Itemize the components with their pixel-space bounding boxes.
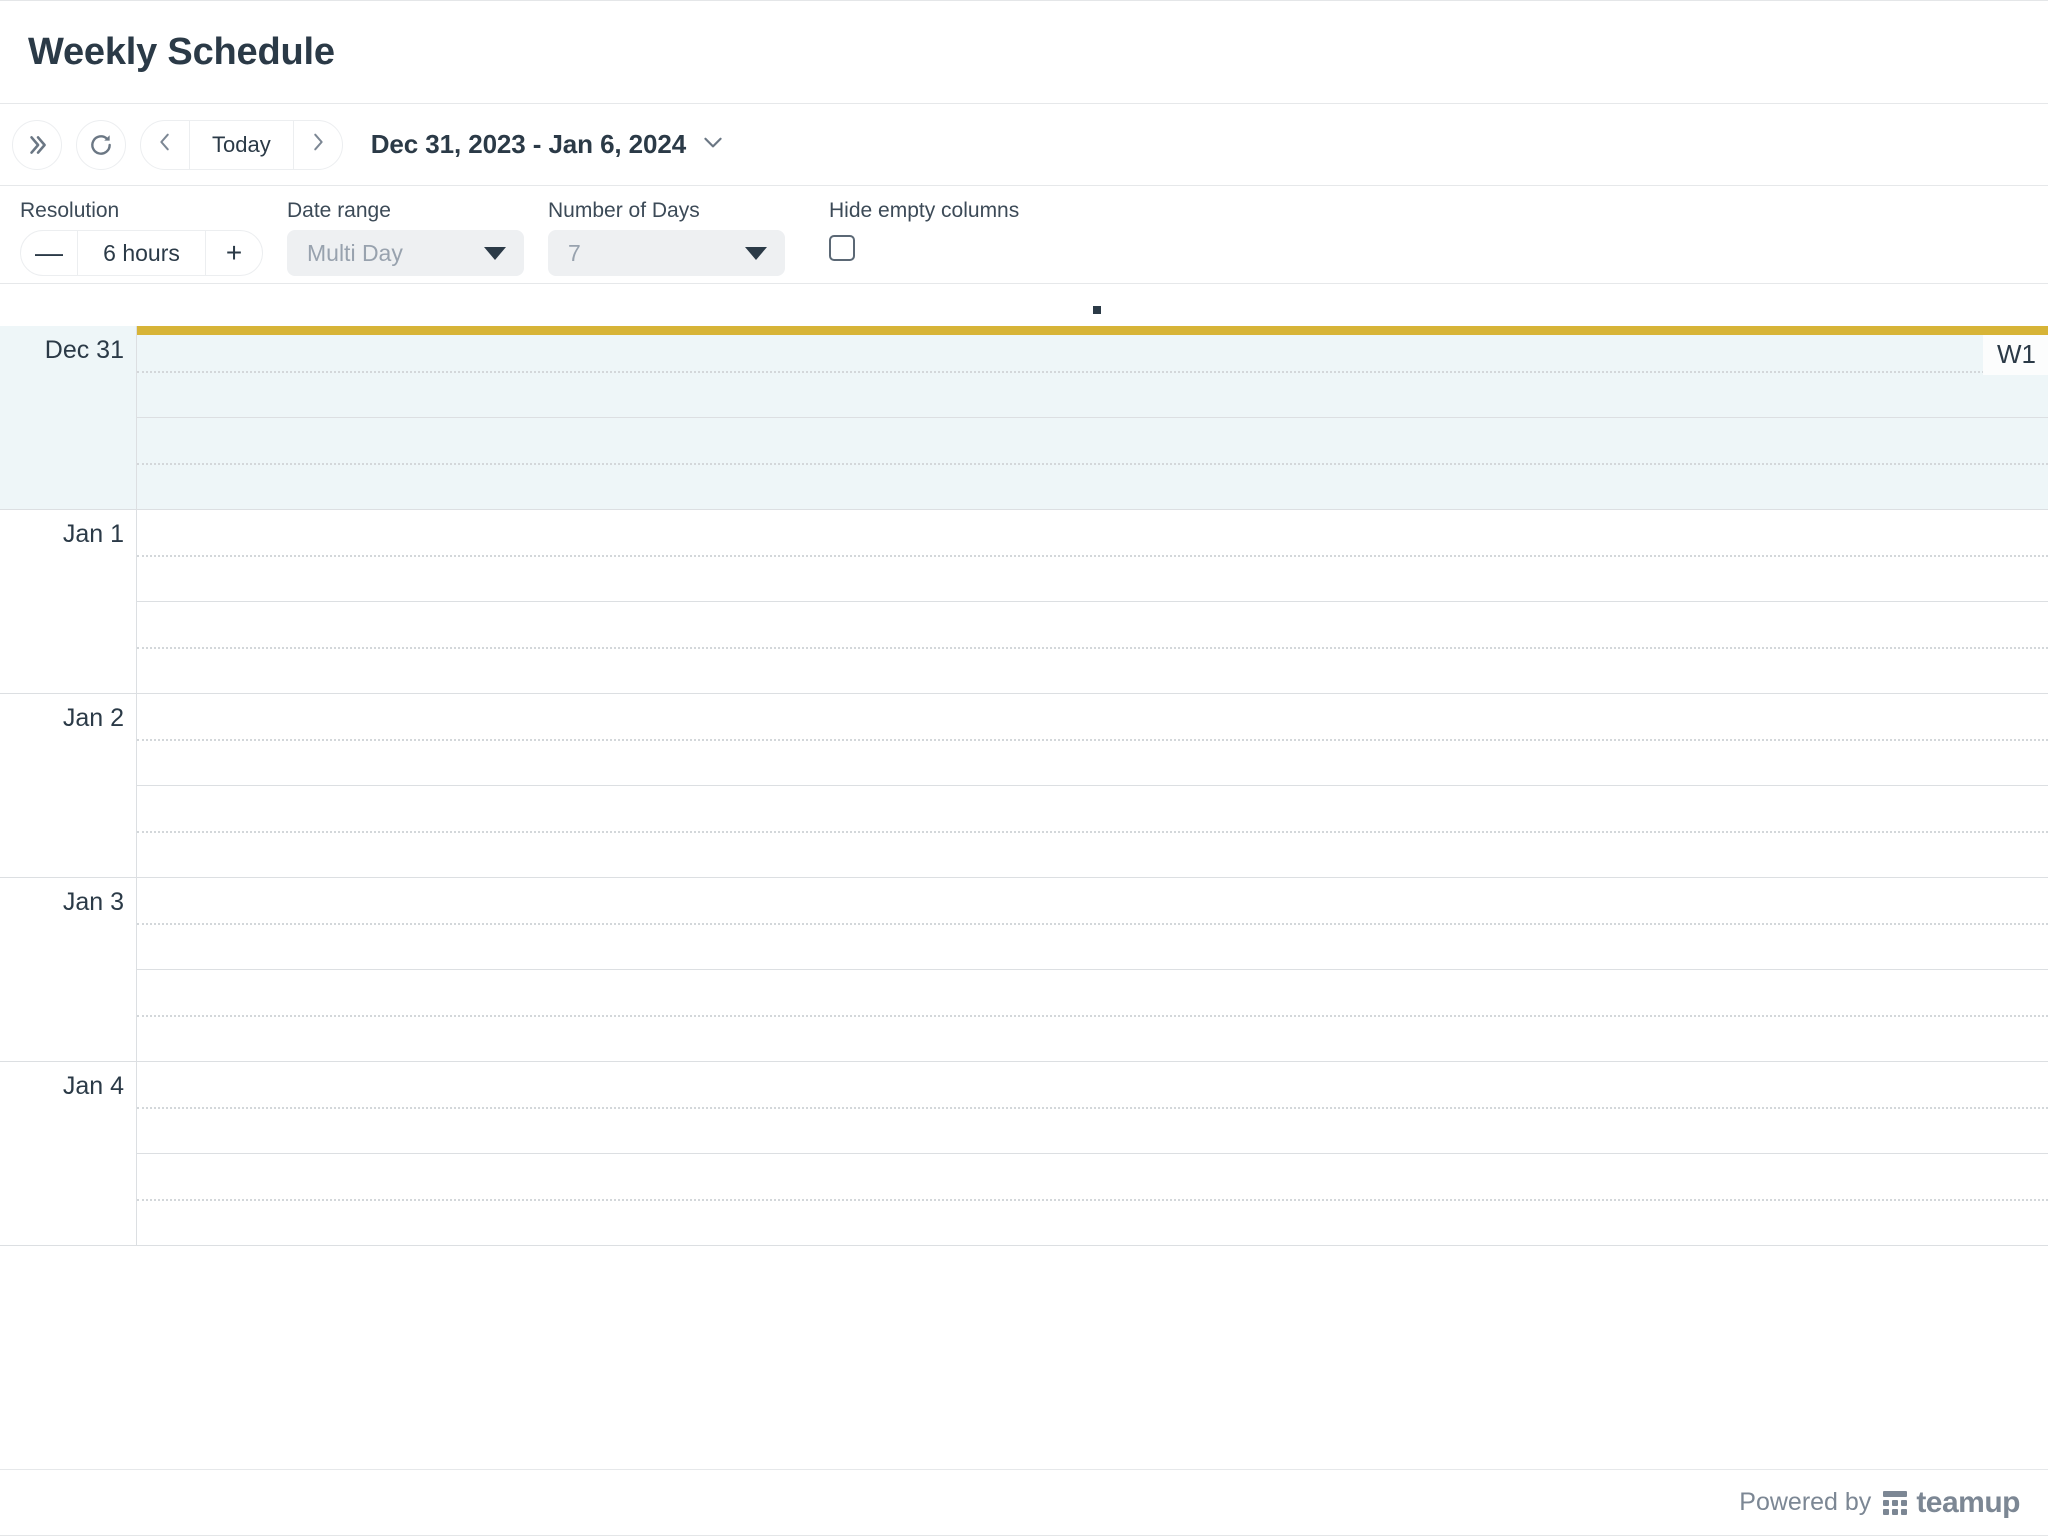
time-slot-group xyxy=(137,326,2048,509)
teamup-brand-name: teamup xyxy=(1916,1485,2020,1519)
day-slot-area[interactable] xyxy=(137,694,2048,877)
resolution-field: Resolution — 6 hours + xyxy=(20,200,263,276)
chevron-left-icon xyxy=(154,131,176,158)
all-day-strip xyxy=(0,284,2048,326)
date-nav-group: Today xyxy=(140,119,343,170)
number-of-days-select[interactable]: 7 xyxy=(548,230,785,276)
time-slot-cell[interactable] xyxy=(137,326,2048,418)
time-slot-group xyxy=(137,1062,2048,1245)
date-range-select[interactable]: Multi Day xyxy=(287,230,524,276)
date-range-field: Date range Multi Day xyxy=(287,200,524,276)
current-time-marker-icon xyxy=(1093,306,1101,314)
day-label: Jan 2 xyxy=(0,694,137,877)
day-slot-area[interactable]: W1 xyxy=(137,326,2048,509)
calendar-grid-container[interactable]: Dec 31 W1 Jan 1 Jan 2 Jan 3 Jan 4 xyxy=(0,284,2048,1469)
time-slot-cell[interactable] xyxy=(137,878,2048,970)
hide-empty-columns-label: Hide empty columns xyxy=(829,199,1020,222)
powered-by-teamup-link[interactable]: Powered by teamup xyxy=(1739,1486,2020,1520)
calendar-day-row[interactable]: Jan 3 xyxy=(0,878,2048,1062)
previous-period-button[interactable] xyxy=(141,121,189,169)
day-slot-area[interactable] xyxy=(137,510,2048,693)
hide-empty-columns-checkbox[interactable] xyxy=(829,235,855,261)
day-label: Dec 31 xyxy=(0,326,137,509)
date-range-select-value: Multi Day xyxy=(307,239,403,266)
calendar-day-row[interactable]: Jan 1 xyxy=(0,510,2048,694)
day-label: Jan 4 xyxy=(0,1062,137,1245)
app-header: Weekly Schedule xyxy=(0,1,2048,104)
resolution-stepper: — 6 hours + xyxy=(20,230,263,276)
time-slot-cell[interactable] xyxy=(137,1062,2048,1154)
resolution-label: Resolution xyxy=(20,199,120,222)
powered-by-text: Powered by xyxy=(1739,1488,1872,1516)
time-slot-cell[interactable] xyxy=(137,1154,2048,1246)
resolution-increment-button[interactable]: + xyxy=(206,231,262,275)
day-label: Jan 1 xyxy=(0,510,137,693)
teamup-dots-icon xyxy=(1883,1490,1908,1515)
time-slot-cell[interactable] xyxy=(137,786,2048,878)
teamup-logo: teamup xyxy=(1883,1486,2020,1520)
today-indicator-bar xyxy=(137,326,2048,335)
number-of-days-field: Number of Days 7 xyxy=(548,200,785,276)
resolution-value: 6 hours xyxy=(77,231,206,275)
day-slot-area[interactable] xyxy=(137,878,2048,1061)
calendar-day-grid: Dec 31 W1 Jan 1 Jan 2 Jan 3 Jan 4 xyxy=(0,326,2048,1246)
calendar-day-row[interactable]: Dec 31 W1 xyxy=(0,326,2048,510)
refresh-button[interactable] xyxy=(76,119,126,170)
time-slot-cell[interactable] xyxy=(137,970,2048,1062)
day-slot-area[interactable] xyxy=(137,1062,2048,1245)
time-slot-group xyxy=(137,878,2048,1061)
hide-empty-columns-field: Hide empty columns xyxy=(829,200,1019,261)
chevron-down-icon xyxy=(700,129,726,160)
refresh-icon xyxy=(88,132,114,158)
date-range-label-text: Date range xyxy=(287,199,391,222)
week-number-badge: W1 xyxy=(1983,335,2048,375)
date-range-label: Dec 31, 2023 - Jan 6, 2024 xyxy=(370,129,687,159)
number-of-days-value: 7 xyxy=(568,239,581,266)
time-slot-cell[interactable] xyxy=(137,510,2048,602)
number-of-days-label: Number of Days xyxy=(548,199,700,222)
date-range-picker[interactable]: Dec 31, 2023 - Jan 6, 2024 xyxy=(371,129,726,160)
time-slot-cell[interactable] xyxy=(137,602,2048,694)
resolution-decrement-button[interactable]: — xyxy=(21,231,77,275)
today-button[interactable]: Today xyxy=(189,120,294,169)
navigation-toolbar: Today Dec 31, 2023 - Jan 6, 2024 xyxy=(0,104,2048,186)
chevron-double-right-icon xyxy=(24,132,50,158)
caret-down-icon xyxy=(745,246,767,260)
page-title: Weekly Schedule xyxy=(28,31,335,73)
chevron-right-icon xyxy=(307,131,329,158)
next-period-button[interactable] xyxy=(294,121,342,169)
calendar-app: Weekly Schedule Today Dec 31, 2023 - Jan… xyxy=(0,0,2048,1536)
calendar-day-row[interactable]: Jan 2 xyxy=(0,694,2048,878)
view-settings-bar: Resolution — 6 hours + Date range Multi … xyxy=(0,186,2048,284)
time-slot-group xyxy=(137,510,2048,693)
day-label: Jan 3 xyxy=(0,878,137,1061)
time-slot-cell[interactable] xyxy=(137,694,2048,786)
time-slot-group xyxy=(137,694,2048,877)
calendar-day-row[interactable]: Jan 4 xyxy=(0,1062,2048,1246)
caret-down-icon xyxy=(484,246,506,260)
time-slot-cell[interactable] xyxy=(137,418,2048,510)
expand-sidebar-button[interactable] xyxy=(12,119,62,170)
app-footer: Powered by teamup xyxy=(0,1469,2048,1535)
